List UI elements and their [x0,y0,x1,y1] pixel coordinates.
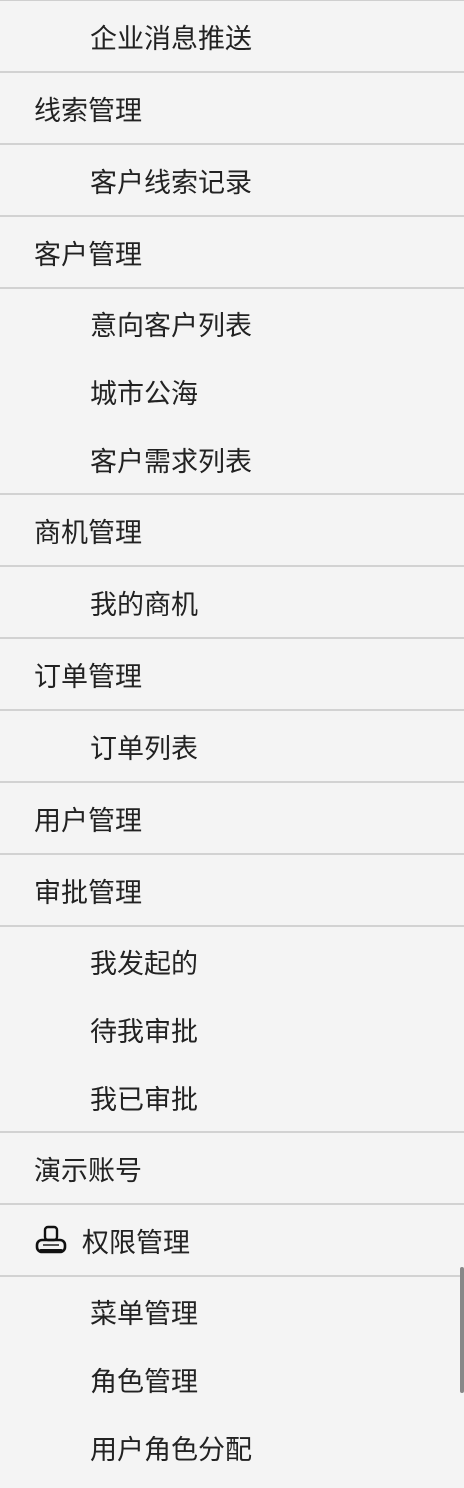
group-title-label: 商机管理 [34,517,142,549]
stamp-icon [34,1223,68,1257]
group-title-approvals[interactable]: 审批管理 [0,855,464,927]
menu-item-user-role-assignment[interactable]: 用户角色分配 [0,1413,464,1481]
group-title-opportunities[interactable]: 商机管理 [0,495,464,567]
menu-group-opportunities: 商机管理 我的商机 [0,495,464,639]
group-title-demo-account[interactable]: 演示账号 [0,1133,464,1205]
group-title-leads[interactable]: 线索管理 [0,73,464,145]
menu-item-customer-needs[interactable]: 客户需求列表 [0,425,464,493]
group-title-permissions[interactable]: 权限管理 [0,1205,464,1277]
group-title-label: 权限管理 [82,1227,190,1259]
group-title-label: 客户管理 [34,239,142,271]
group-title-label: 用户管理 [34,805,142,837]
group-title-label: 订单管理 [34,661,142,693]
menu-item-approved-by-me[interactable]: 我已审批 [0,1063,464,1131]
menu-group-users: 用户管理 [0,783,464,855]
menu-item-lead-records[interactable]: 客户线索记录 [0,145,464,215]
menu-item-intent-customers[interactable]: 意向客户列表 [0,289,464,357]
menu-item-pending-approval[interactable]: 待我审批 [0,995,464,1063]
menu-group-permissions: 权限管理 菜单管理 角色管理 用户角色分配 [0,1205,464,1481]
group-title-label: 线索管理 [34,95,142,127]
group-title-label: 审批管理 [34,877,142,909]
menu-item-enterprise-push[interactable]: 企业消息推送 [0,1,464,71]
menu-item-order-list[interactable]: 订单列表 [0,711,464,781]
menu-group-leads: 线索管理 客户线索记录 [0,73,464,217]
menu-item-role-management[interactable]: 角色管理 [0,1345,464,1413]
menu-group-customers: 客户管理 意向客户列表 城市公海 客户需求列表 [0,217,464,495]
group-title-customers[interactable]: 客户管理 [0,217,464,289]
menu-group-demo-account: 演示账号 [0,1133,464,1205]
menu-item-menu-management[interactable]: 菜单管理 [0,1277,464,1345]
menu-group-approvals: 审批管理 我发起的 待我审批 我已审批 [0,855,464,1133]
menu-item-city-pool[interactable]: 城市公海 [0,357,464,425]
group-title-orders[interactable]: 订单管理 [0,639,464,711]
menu-item-my-opportunities[interactable]: 我的商机 [0,567,464,637]
group-title-users[interactable]: 用户管理 [0,783,464,855]
group-title-label: 演示账号 [34,1155,142,1187]
vertical-scrollbar[interactable] [460,1267,464,1393]
menu-item-initiated-by-me[interactable]: 我发起的 [0,927,464,995]
menu-group-top: 企业消息推送 [0,1,464,73]
menu-group-orders: 订单管理 订单列表 [0,639,464,783]
side-menu: 企业消息推送 线索管理 客户线索记录 客户管理 意向客户列表 城市公海 客户需求… [0,0,464,1488]
